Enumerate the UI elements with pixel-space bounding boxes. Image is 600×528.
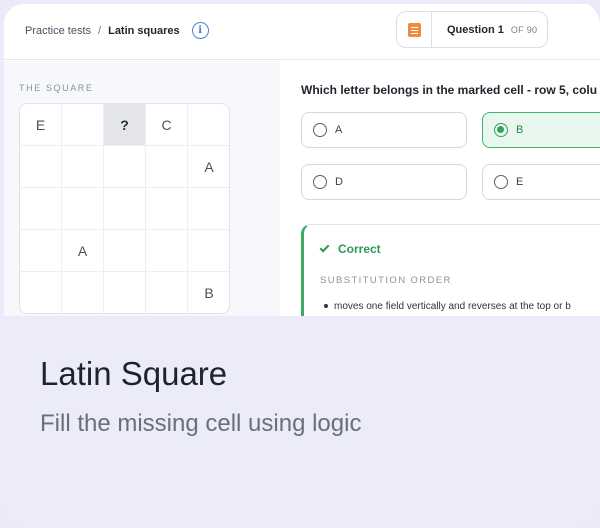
square-cell: C (146, 104, 188, 146)
latin-square-grid: E? C A A B (19, 103, 230, 314)
square-cell: B (204, 285, 214, 301)
answer-feedback: Correct SUBSTITUTION ORDER moves one fie… (301, 224, 600, 316)
square-cell (20, 230, 62, 272)
option-a[interactable]: A (301, 112, 467, 148)
option-label: B (516, 124, 524, 136)
square-panel: THE SQUARE E? C A A B (4, 61, 280, 316)
radio-icon[interactable] (494, 175, 508, 189)
bullet-icon (324, 304, 328, 309)
option-d[interactable]: D (301, 164, 467, 200)
option-e[interactable]: E (482, 164, 600, 200)
square-cell: A (188, 146, 229, 188)
square-cell (104, 230, 146, 272)
promo-card: Practice tests / Latin squares i Questio… (0, 0, 600, 528)
question-panel: Which letter belongs in the marked cell … (280, 61, 600, 316)
breadcrumb-current: Latin squares (108, 24, 180, 37)
feedback-status: Correct (319, 242, 381, 256)
check-icon (319, 242, 330, 253)
square-cell (20, 272, 62, 313)
square-cell (104, 188, 146, 230)
question-label[interactable]: Question 1 (447, 24, 504, 36)
radio-icon[interactable] (313, 175, 327, 189)
option-label: A (335, 124, 343, 136)
caption-title: Latin Square (40, 355, 228, 392)
question-navigator: Question 1 OF 90 (396, 11, 548, 48)
feedback-section-title: SUBSTITUTION ORDER (320, 275, 452, 286)
radio-selected-icon[interactable] (494, 123, 508, 137)
caption-subtitle: Fill the missing cell using logic (40, 410, 362, 437)
square-cell (20, 146, 62, 188)
breadcrumb: Practice tests / Latin squares i (25, 22, 209, 39)
square-cell (188, 104, 229, 146)
square-cell (62, 146, 104, 188)
breadcrumb-parent[interactable]: Practice tests (25, 25, 91, 37)
square-cell (188, 188, 229, 230)
option-label: E (516, 176, 524, 188)
question-total: OF 90 (510, 24, 538, 35)
header: Practice tests / Latin squares i Questio… (4, 4, 600, 60)
breadcrumb-separator: / (98, 24, 102, 37)
square-cell (62, 188, 104, 230)
list-icon (407, 22, 421, 37)
question-text: Which letter belongs in the marked cell … (301, 83, 598, 97)
feedback-item: moves one field vertically and reverses … (324, 301, 571, 312)
square-cell (188, 230, 229, 272)
square-cell (146, 230, 188, 272)
marked-cell: ? (104, 104, 146, 146)
feedback-item-text: moves one field vertically and reverses … (334, 301, 571, 312)
square-cell: A (62, 230, 104, 272)
square-cell (146, 272, 188, 313)
option-label: D (335, 176, 343, 188)
feedback-status-label: Correct (338, 242, 381, 256)
square-cell (62, 272, 104, 313)
question-list-button[interactable] (397, 12, 432, 47)
square-cell (104, 272, 146, 313)
info-icon[interactable]: i (191, 22, 209, 39)
square-cell (62, 104, 104, 146)
square-cell (146, 188, 188, 230)
square-title: THE SQUARE (19, 83, 94, 93)
square-cell (104, 146, 146, 188)
square-cell (146, 146, 188, 188)
square-cell (20, 188, 62, 230)
option-b[interactable]: B (482, 112, 600, 148)
app-window: Practice tests / Latin squares i Questio… (4, 4, 600, 316)
radio-icon[interactable] (313, 123, 327, 137)
square-cell: E (20, 104, 62, 146)
